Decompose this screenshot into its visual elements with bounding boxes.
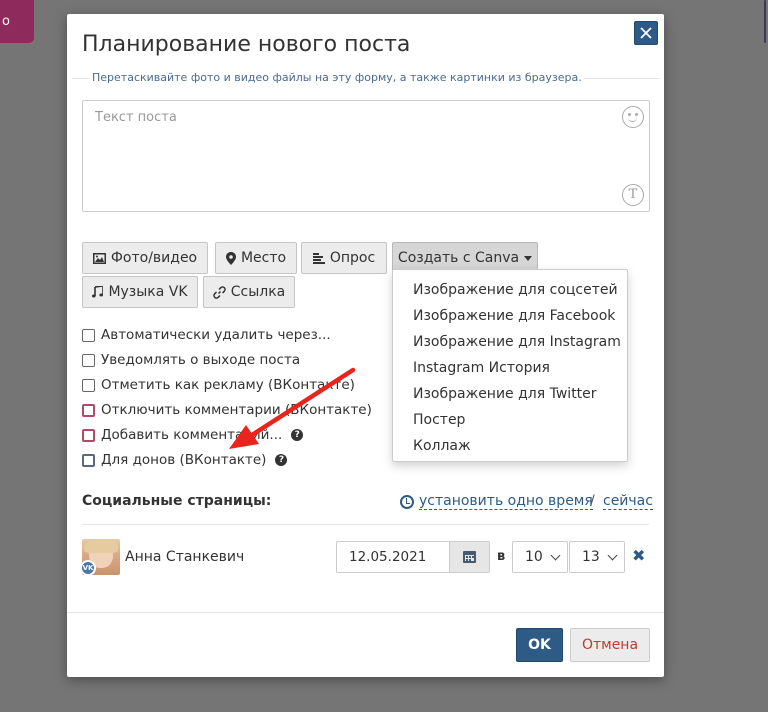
question-circle-icon[interactable]: ? xyxy=(275,454,288,466)
image-icon xyxy=(92,252,106,264)
post-text-container: T xyxy=(82,100,650,212)
canva-menu-item-twitter[interactable]: Изображение для Twitter xyxy=(393,381,627,407)
clock-icon xyxy=(400,494,414,509)
link-separator: / xyxy=(590,493,595,509)
link-icon xyxy=(213,285,226,299)
poll-label: Опрос xyxy=(329,250,376,266)
question-circle-icon[interactable]: ? xyxy=(291,429,304,441)
link-label: Ссылка xyxy=(230,284,286,300)
mark-ad-checkbox[interactable] xyxy=(82,378,95,392)
remove-account-icon[interactable]: ✖ xyxy=(632,546,645,565)
calendar-button[interactable] xyxy=(450,541,490,573)
auto-delete-checkbox[interactable] xyxy=(82,328,95,342)
map-marker-icon xyxy=(225,251,236,265)
option-mark-ad[interactable]: Отметить как рекламу (ВКонтакте) xyxy=(82,377,355,393)
poll-icon xyxy=(312,252,325,264)
chevron-down-icon xyxy=(607,550,618,561)
date-input[interactable] xyxy=(336,541,450,573)
minute-select[interactable]: 13 xyxy=(569,541,625,573)
option-disable-comments[interactable]: Отключить комментарии (ВКонтакте) xyxy=(82,402,372,418)
canva-menu-item-facebook[interactable]: Изображение для Facebook xyxy=(393,303,627,329)
music-vk-button[interactable]: Музыка VK xyxy=(82,276,198,308)
text-format-icon[interactable]: T xyxy=(622,184,644,206)
disable-comments-checkbox[interactable] xyxy=(82,403,95,417)
poll-button[interactable]: Опрос xyxy=(301,242,387,274)
set-one-time-link[interactable]: установить одно время xyxy=(400,493,593,510)
canva-label: Создать с Canva xyxy=(397,250,520,266)
canva-menu-item-instagram[interactable]: Изображение для Instagram xyxy=(393,329,627,355)
option-add-comment[interactable]: Добавить комментарий... ? xyxy=(82,427,304,443)
canva-menu-item-poster[interactable]: Постер xyxy=(393,407,627,433)
ok-button[interactable]: OK xyxy=(516,628,563,662)
minute-value: 13 xyxy=(582,549,600,565)
social-divider xyxy=(82,524,649,525)
now-link[interactable]: сейчас xyxy=(603,493,653,510)
vk-icon: VK xyxy=(80,560,96,576)
close-icon xyxy=(640,27,652,39)
chevron-down-icon xyxy=(550,550,561,561)
photo-video-button[interactable]: Фото/видео xyxy=(82,242,208,274)
add-comment-label: Добавить комментарий... xyxy=(101,427,283,443)
photo-video-label: Фото/видео xyxy=(110,250,198,266)
option-auto-delete[interactable]: Автоматически удалить через... xyxy=(82,327,331,343)
social-pages-label: Социальные страницы: xyxy=(82,493,272,509)
canva-menu-item-instagram-story[interactable]: Instagram История xyxy=(393,355,627,381)
cancel-button[interactable]: Отмена xyxy=(570,628,650,662)
option-for-dons[interactable]: Для донов (ВКонтакте) ? xyxy=(82,452,288,468)
music-icon xyxy=(92,286,104,298)
for-dons-checkbox[interactable] xyxy=(82,453,95,467)
for-dons-label: Для донов (ВКонтакте) xyxy=(101,452,267,468)
mark-ad-label: Отметить как рекламу (ВКонтакте) xyxy=(101,377,355,393)
canva-dropdown-menu: Изображение для соцсетей Изображение для… xyxy=(392,269,628,462)
calendar-icon xyxy=(463,551,476,563)
background-tag: о xyxy=(0,0,34,43)
set-one-time-label: установить одно время xyxy=(419,493,593,510)
disable-comments-label: Отключить комментарии (ВКонтакте) xyxy=(101,402,372,418)
dialog-title: Планирование нового поста xyxy=(82,32,411,57)
caret-down-icon xyxy=(524,255,533,261)
auto-delete-label: Автоматически удалить через... xyxy=(101,327,331,343)
emoji-icon[interactable] xyxy=(622,106,644,128)
close-button[interactable] xyxy=(634,21,658,45)
hour-select[interactable]: 10 xyxy=(512,541,568,573)
option-notify[interactable]: Уведомлять о выходе поста xyxy=(82,352,300,368)
canva-menu-item-collage[interactable]: Коллаж xyxy=(393,433,627,459)
footer-divider xyxy=(67,612,664,613)
place-button[interactable]: Место xyxy=(215,242,297,274)
music-vk-label: Музыка VK xyxy=(108,284,188,300)
account-name: Анна Станкевич xyxy=(125,549,245,565)
background-edge xyxy=(764,0,766,43)
post-text-input[interactable] xyxy=(83,101,649,211)
link-button[interactable]: Ссылка xyxy=(203,276,295,308)
hour-value: 10 xyxy=(525,549,543,565)
add-comment-checkbox[interactable] xyxy=(82,428,95,442)
canva-menu-item-social[interactable]: Изображение для соцсетей xyxy=(393,277,627,303)
notify-label: Уведомлять о выходе поста xyxy=(101,352,301,368)
at-label: в xyxy=(497,549,506,564)
place-label: Место xyxy=(240,250,287,266)
drop-hint: Перетаскивайте фото и видео файлы на эту… xyxy=(90,71,584,84)
plan-post-dialog: Планирование нового поста Перетаскивайте… xyxy=(67,14,664,677)
notify-checkbox[interactable] xyxy=(82,353,95,367)
